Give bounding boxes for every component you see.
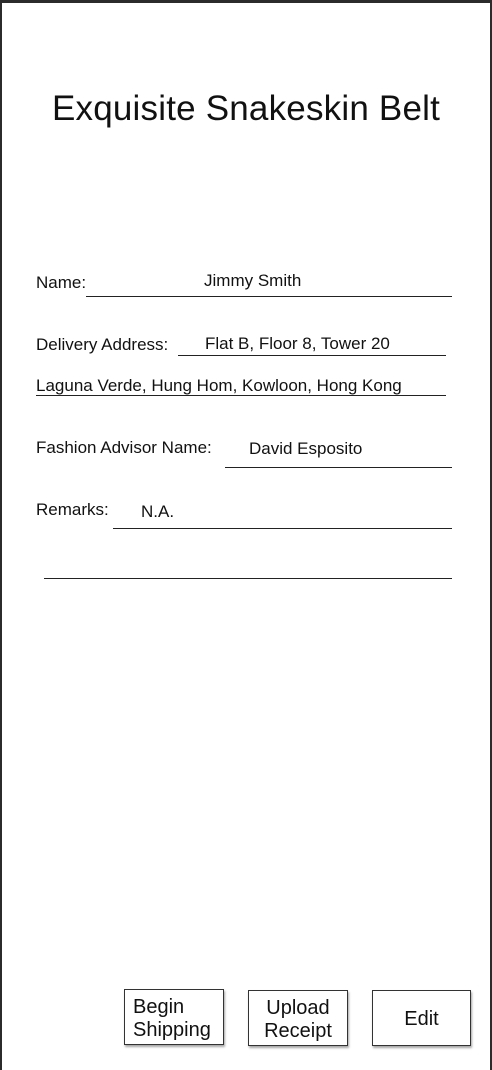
- upload-receipt-button[interactable]: Upload Receipt: [248, 990, 348, 1046]
- delivery-address-label: Delivery Address:: [36, 335, 169, 354]
- upload-receipt-label-line2: Receipt: [264, 1020, 332, 1042]
- upload-receipt-label-line1: Upload: [266, 997, 330, 1019]
- remarks-value: N.A.: [141, 502, 175, 521]
- name-label: Name:: [36, 273, 87, 292]
- edit-label: Edit: [404, 1008, 439, 1030]
- name-value: Jimmy Smith: [204, 271, 302, 290]
- fashion-advisor-label: Fashion Advisor Name:: [36, 438, 212, 457]
- name-underline: [86, 296, 452, 297]
- remarks-underline-2: [44, 578, 452, 579]
- fashion-advisor-underline: [225, 467, 452, 468]
- delivery-address-line2: Laguna Verde, Hung Hom, Kowloon, Hong Ko…: [36, 376, 402, 395]
- begin-shipping-label-line2: Shipping: [133, 1019, 211, 1041]
- remarks-underline-1: [113, 528, 452, 529]
- page-title: Exquisite Snakeskin Belt: [51, 89, 441, 128]
- remarks-label: Remarks:: [36, 500, 109, 519]
- delivery-address-underline-2: [36, 395, 446, 396]
- delivery-address-line1: Flat B, Floor 8, Tower 20: [205, 334, 390, 353]
- order-detail-screen: Exquisite Snakeskin Belt Name: Jimmy Smi…: [0, 0, 492, 1070]
- edit-button[interactable]: Edit: [372, 990, 471, 1046]
- begin-shipping-button[interactable]: Begin Shipping: [124, 989, 224, 1045]
- begin-shipping-label-line1: Begin: [133, 996, 185, 1018]
- delivery-address-underline-1: [178, 355, 446, 356]
- fashion-advisor-value: David Esposito: [249, 439, 363, 458]
